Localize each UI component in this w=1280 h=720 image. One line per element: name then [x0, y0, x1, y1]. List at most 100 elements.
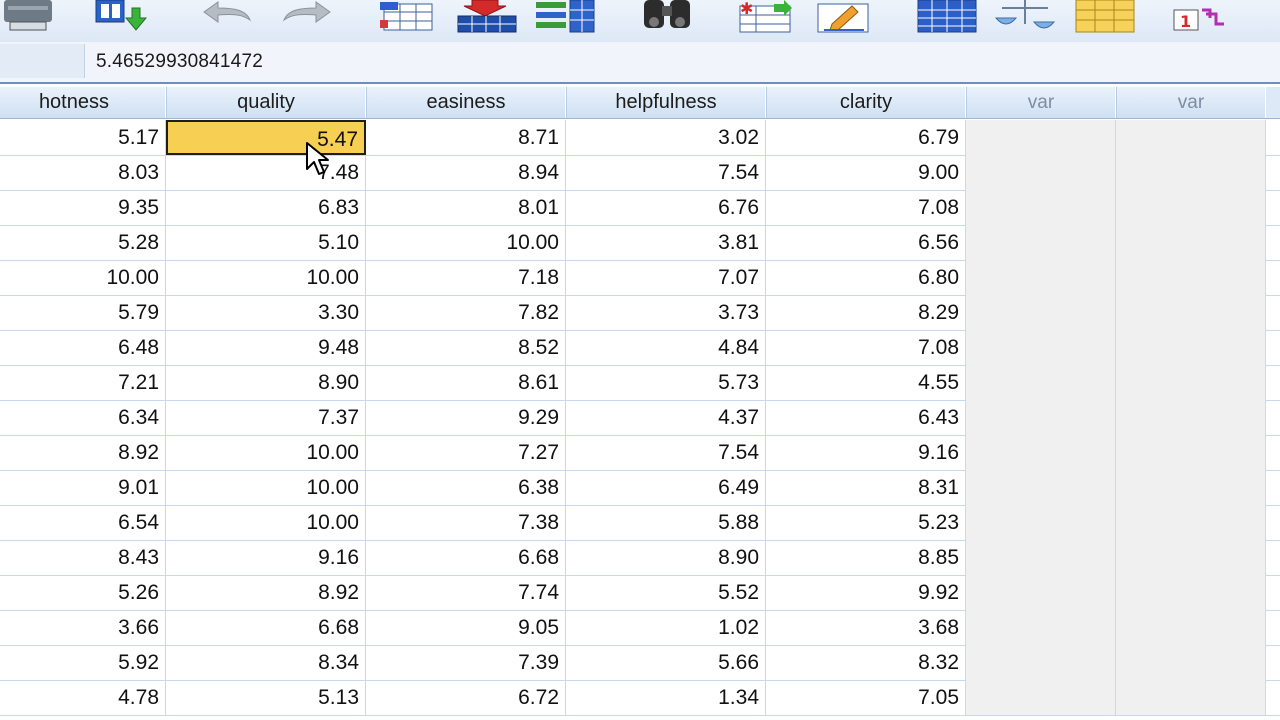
select-cases-icon[interactable] [1074, 0, 1136, 34]
table-cell[interactable]: 8.90 [166, 365, 366, 400]
redo-icon[interactable] [276, 0, 338, 34]
column-header-var-6[interactable]: var [1116, 87, 1266, 118]
insert-cases-icon[interactable]: ✱ [734, 0, 796, 34]
table-cell[interactable]: 8.31 [766, 470, 966, 505]
table-cell[interactable]: 8.52 [366, 330, 566, 365]
find-icon[interactable] [640, 0, 702, 34]
empty-cell[interactable] [966, 505, 1116, 540]
table-cell[interactable]: 6.54 [0, 505, 166, 540]
table-cell[interactable]: 5.88 [566, 505, 766, 540]
table-cell[interactable]: 8.85 [766, 540, 966, 575]
table-cell[interactable]: 6.43 [766, 400, 966, 435]
table-cell[interactable]: 9.01 [0, 470, 166, 505]
table-cell[interactable]: 5.26 [0, 575, 166, 610]
table-cell[interactable]: 3.81 [566, 225, 766, 260]
empty-cell[interactable] [1116, 330, 1266, 365]
table-cell[interactable]: 4.37 [566, 400, 766, 435]
table-cell[interactable]: 7.08 [766, 330, 966, 365]
table-cell[interactable]: 6.80 [766, 260, 966, 295]
table-cell[interactable]: 7.18 [366, 260, 566, 295]
table-cell[interactable]: 10.00 [166, 435, 366, 470]
table-cell[interactable]: 5.52 [566, 575, 766, 610]
table-cell[interactable]: 10.00 [366, 225, 566, 260]
table-cell[interactable]: 7.82 [366, 295, 566, 330]
table-cell[interactable]: 10.00 [166, 260, 366, 295]
empty-cell[interactable] [966, 365, 1116, 400]
table-cell[interactable]: 6.68 [166, 610, 366, 645]
table-cell[interactable]: 8.01 [366, 190, 566, 225]
weight-cases-icon[interactable] [994, 0, 1056, 34]
insert-variable-icon[interactable] [814, 0, 876, 34]
empty-cell[interactable] [1116, 470, 1266, 505]
table-cell[interactable]: 5.13 [166, 680, 366, 715]
empty-cell[interactable] [966, 540, 1116, 575]
cell-value-field[interactable]: 5.46529930841472 [96, 51, 263, 73]
empty-cell[interactable] [966, 645, 1116, 680]
table-cell[interactable]: 6.72 [366, 680, 566, 715]
table-cell[interactable]: 6.76 [566, 190, 766, 225]
table-cell[interactable]: 4.84 [566, 330, 766, 365]
table-cell[interactable]: 6.56 [766, 225, 966, 260]
column-header-var-5[interactable]: var [966, 87, 1116, 118]
empty-cell[interactable] [1116, 435, 1266, 470]
empty-cell[interactable] [966, 120, 1116, 155]
table-cell[interactable]: 8.92 [0, 435, 166, 470]
table-cell[interactable]: 5.79 [0, 295, 166, 330]
table-cell[interactable]: 8.32 [766, 645, 966, 680]
variables-icon[interactable] [534, 0, 596, 34]
table-cell[interactable]: 10.00 [0, 260, 166, 295]
empty-cell[interactable] [1116, 645, 1266, 680]
empty-cell[interactable] [1116, 120, 1266, 155]
table-cell[interactable]: 6.48 [0, 330, 166, 365]
table-cell[interactable]: 9.92 [766, 575, 966, 610]
goto-variable-icon[interactable] [456, 0, 518, 34]
table-cell[interactable]: 9.29 [366, 400, 566, 435]
table-cell[interactable]: 10.00 [166, 470, 366, 505]
empty-cell[interactable] [1116, 540, 1266, 575]
table-cell[interactable]: 3.73 [566, 295, 766, 330]
empty-cell[interactable] [966, 680, 1116, 715]
table-cell[interactable]: 8.34 [166, 645, 366, 680]
table-cell[interactable]: 7.48 [166, 155, 366, 190]
empty-cell[interactable] [1116, 680, 1266, 715]
empty-cell[interactable] [1116, 295, 1266, 330]
table-cell[interactable]: 7.38 [366, 505, 566, 540]
table-cell[interactable]: 9.35 [0, 190, 166, 225]
table-cell[interactable]: 7.08 [766, 190, 966, 225]
table-cell[interactable]: 7.37 [166, 400, 366, 435]
table-cell[interactable]: 5.28 [0, 225, 166, 260]
empty-cell[interactable] [966, 435, 1116, 470]
table-cell[interactable]: 10.00 [166, 505, 366, 540]
empty-cell[interactable] [1116, 400, 1266, 435]
table-cell[interactable]: 1.02 [566, 610, 766, 645]
print-icon[interactable] [0, 0, 62, 34]
table-cell[interactable]: 5.17 [0, 120, 166, 155]
undo-icon[interactable] [196, 0, 258, 34]
table-cell[interactable]: 8.92 [166, 575, 366, 610]
empty-cell[interactable] [966, 400, 1116, 435]
table-cell[interactable]: 9.16 [766, 435, 966, 470]
table-cell[interactable]: 4.55 [766, 365, 966, 400]
table-cell[interactable]: 3.02 [566, 120, 766, 155]
empty-cell[interactable] [1116, 260, 1266, 295]
table-cell[interactable]: 8.94 [366, 155, 566, 190]
column-header-hotness[interactable]: hotness [0, 87, 166, 118]
empty-cell[interactable] [966, 610, 1116, 645]
table-cell[interactable]: 7.54 [566, 155, 766, 190]
table-cell[interactable]: 9.16 [166, 540, 366, 575]
table-cell[interactable]: 1.34 [566, 680, 766, 715]
table-cell[interactable]: 9.05 [366, 610, 566, 645]
empty-cell[interactable] [966, 575, 1116, 610]
table-cell[interactable]: 5.73 [566, 365, 766, 400]
table-cell[interactable]: 8.43 [0, 540, 166, 575]
table-cell[interactable]: 7.21 [0, 365, 166, 400]
table-cell[interactable]: 7.39 [366, 645, 566, 680]
table-cell[interactable]: 8.71 [366, 120, 566, 155]
table-cell[interactable]: 9.00 [766, 155, 966, 190]
column-header-easiness[interactable]: easiness [366, 87, 566, 118]
empty-cell[interactable] [1116, 225, 1266, 260]
empty-cell[interactable] [1116, 190, 1266, 225]
table-cell[interactable]: 7.74 [366, 575, 566, 610]
empty-cell[interactable] [1116, 505, 1266, 540]
column-header-helpfulness[interactable]: helpfulness [566, 87, 766, 118]
